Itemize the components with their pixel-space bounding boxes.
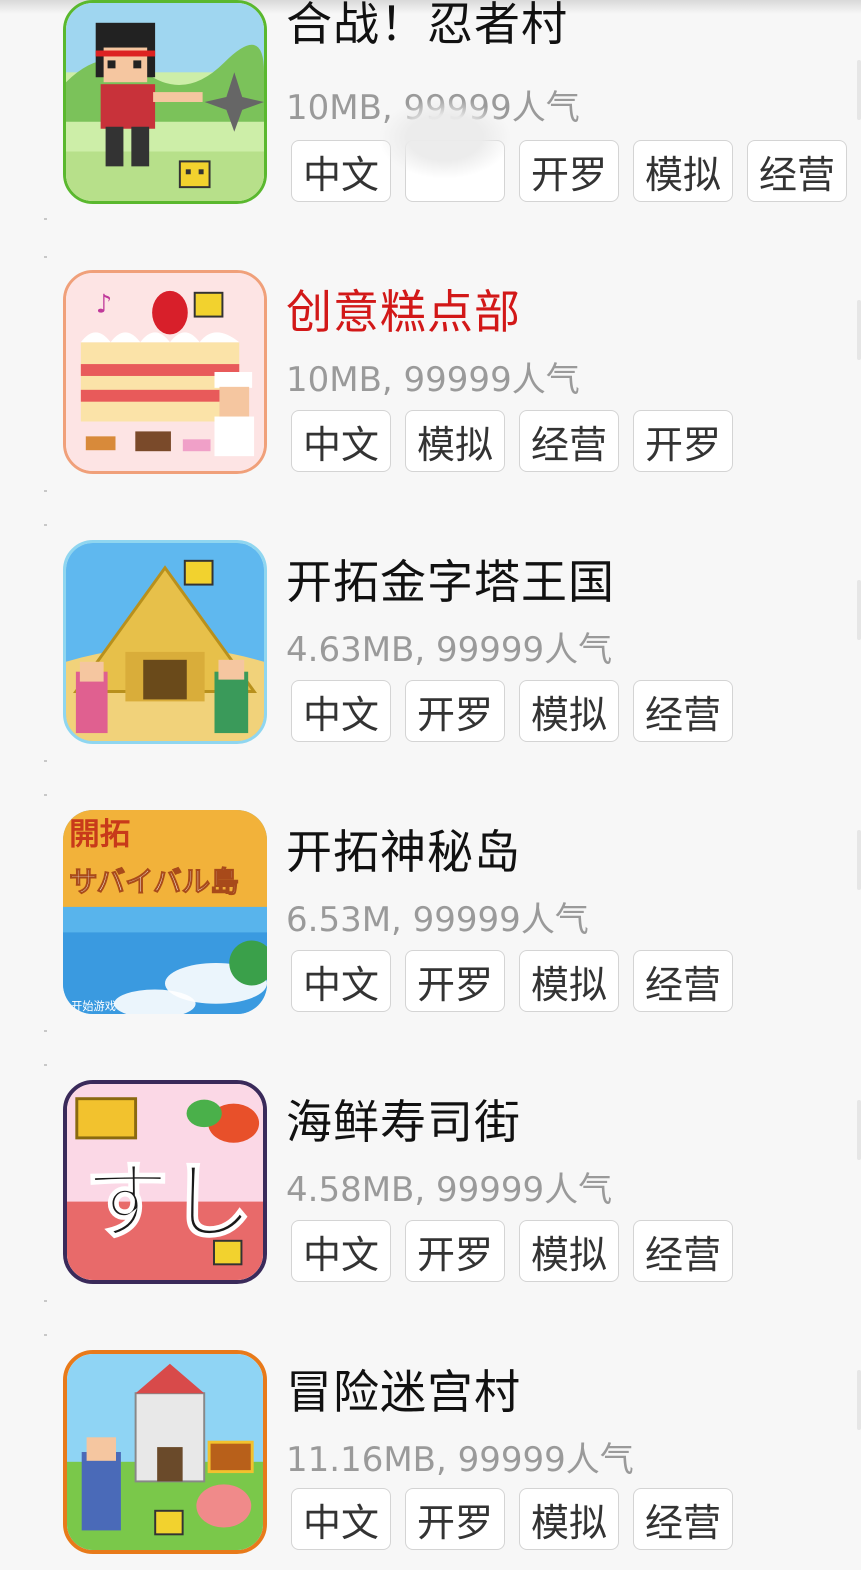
list-item-ninja-village[interactable]: 合战！忍者村 10MB, 99999人气 中文 开罗 模拟 经营 bbox=[0, 0, 861, 204]
app-meta: 10MB, 99999人气 bbox=[286, 360, 580, 400]
app-title[interactable]: 创意糕点部 bbox=[286, 276, 521, 342]
list-item-cake-shop[interactable]: ♪ 创意糕点部 10MB, 99999人气 中文 模拟 经营 开罗 bbox=[0, 240, 861, 474]
tag-list: 中文 模拟 经营 开罗 bbox=[291, 410, 733, 472]
scroll-edge bbox=[857, 830, 861, 890]
tag[interactable]: 中文 bbox=[291, 680, 391, 742]
tag[interactable]: 经营 bbox=[519, 410, 619, 472]
tag[interactable]: 开罗 bbox=[405, 1220, 505, 1282]
scroll-edge bbox=[857, 580, 861, 640]
app-meta: 11.16MB, 99999人气 bbox=[286, 1440, 634, 1480]
tag[interactable]: 模拟 bbox=[519, 1220, 619, 1282]
tag-list: 中文 开罗 模拟 经营 bbox=[291, 1488, 733, 1550]
tag[interactable]: 经营 bbox=[633, 680, 733, 742]
divider bbox=[44, 490, 47, 492]
tag[interactable]: 经营 bbox=[633, 950, 733, 1012]
app-title[interactable]: 开拓金字塔王国 bbox=[286, 546, 615, 612]
divider bbox=[44, 1300, 47, 1302]
app-title[interactable]: 冒险迷宫村 bbox=[286, 1356, 521, 1422]
divider bbox=[44, 1030, 47, 1032]
tag[interactable]: 中文 bbox=[291, 1488, 391, 1550]
app-title[interactable]: 开拓神秘岛 bbox=[286, 816, 521, 882]
scroll-edge bbox=[857, 1370, 861, 1430]
tag[interactable]: 模拟 bbox=[519, 950, 619, 1012]
tag[interactable]: 中文 bbox=[291, 950, 391, 1012]
app-meta: 4.63MB, 99999人气 bbox=[286, 630, 613, 670]
tag-list: 中文 开罗 模拟 经营 bbox=[291, 680, 733, 742]
cake-shop-icon[interactable]: ♪ bbox=[63, 270, 267, 474]
scroll-edge bbox=[857, 300, 861, 360]
svg-text:开始游戏: 开始游戏 bbox=[71, 999, 116, 1013]
tag[interactable]: 模拟 bbox=[519, 1488, 619, 1550]
tag-list: 中文 开罗 模拟 经营 bbox=[291, 140, 847, 202]
svg-text:♪: ♪ bbox=[96, 290, 112, 320]
tag[interactable]: 开罗 bbox=[519, 140, 619, 202]
island-icon[interactable]: 開拓 サバイバル島 开始游戏 bbox=[63, 810, 267, 1014]
list-item-pyramid[interactable]: 开拓金字塔王国 4.63MB, 99999人气 中文 开罗 模拟 经营 bbox=[0, 510, 861, 744]
app-meta: 6.53M, 99999人气 bbox=[286, 900, 589, 940]
tag[interactable]: 经营 bbox=[747, 140, 847, 202]
tag[interactable]: 开罗 bbox=[405, 680, 505, 742]
divider bbox=[44, 218, 47, 220]
sushi-icon[interactable]: すし bbox=[63, 1080, 267, 1284]
app-meta: 4.58MB, 99999人气 bbox=[286, 1170, 613, 1210]
svg-text:サバイバル島: サバイバル島 bbox=[69, 865, 239, 899]
blur-overlay bbox=[380, 98, 510, 178]
tag[interactable]: 经营 bbox=[633, 1220, 733, 1282]
svg-text:開拓: 開拓 bbox=[69, 818, 130, 853]
tag[interactable]: 中文 bbox=[291, 1220, 391, 1282]
tag[interactable]: 中文 bbox=[291, 140, 391, 202]
app-title[interactable]: 海鲜寿司街 bbox=[286, 1086, 521, 1152]
list-item-dungeon-village[interactable]: 冒险迷宫村 11.16MB, 99999人气 中文 开罗 模拟 经营 bbox=[0, 1320, 861, 1554]
tag[interactable]: 模拟 bbox=[633, 140, 733, 202]
pyramid-icon[interactable] bbox=[63, 540, 267, 744]
tag[interactable]: 中文 bbox=[291, 410, 391, 472]
app-title[interactable]: 合战！忍者村 bbox=[286, 0, 568, 54]
tag[interactable]: 开罗 bbox=[405, 950, 505, 1012]
tag[interactable]: 模拟 bbox=[405, 410, 505, 472]
svg-text:すし: すし bbox=[85, 1152, 254, 1251]
list-item-sushi[interactable]: すし 海鲜寿司街 4.58MB, 99999人气 中文 开罗 模拟 经营 bbox=[0, 1050, 861, 1284]
scroll-edge bbox=[857, 60, 861, 120]
list-item-island[interactable]: 開拓 サバイバル島 开始游戏 开拓神秘岛 6.53M, 99999人气 中文 开… bbox=[0, 780, 861, 1014]
tag[interactable]: 经营 bbox=[633, 1488, 733, 1550]
tag[interactable]: 模拟 bbox=[519, 680, 619, 742]
tag-list: 中文 开罗 模拟 经营 bbox=[291, 1220, 733, 1282]
tag[interactable]: 开罗 bbox=[633, 410, 733, 472]
divider bbox=[44, 760, 47, 762]
tag[interactable]: 开罗 bbox=[405, 1488, 505, 1550]
dungeon-village-icon[interactable] bbox=[63, 1350, 267, 1554]
scroll-edge bbox=[857, 1100, 861, 1160]
tag-list: 中文 开罗 模拟 经营 bbox=[291, 950, 733, 1012]
ninja-village-icon[interactable] bbox=[63, 0, 267, 204]
